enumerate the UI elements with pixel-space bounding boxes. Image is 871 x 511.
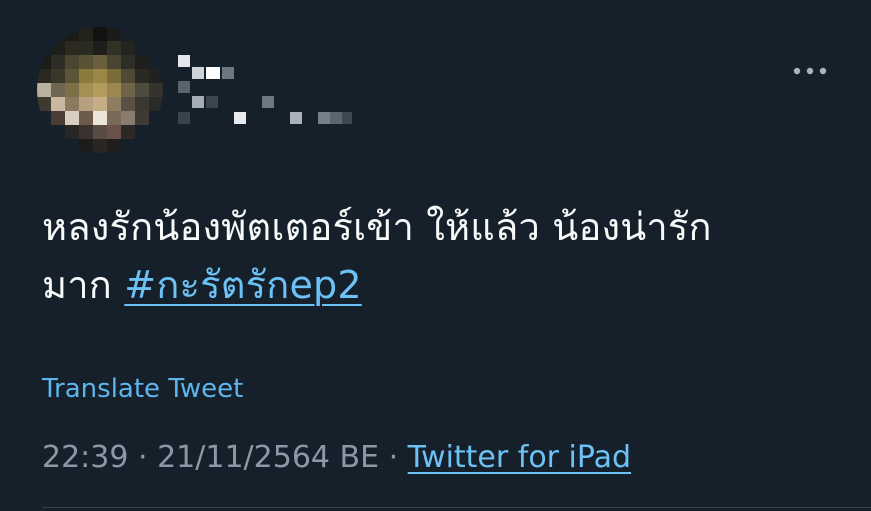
tweet-time[interactable]: 22:39 — [42, 440, 128, 475]
tweet-text-line2: มาก #กะรัตรักep2 — [42, 256, 842, 314]
more-options-icon[interactable] — [788, 60, 832, 82]
hashtag-link[interactable]: #กะรัตรักep2 — [124, 263, 361, 307]
tweet-source-link[interactable]: Twitter for iPad — [408, 440, 631, 475]
tweet-card: หลงรักน้องพัตเตอร์เข้า ให้แล้ว น้องน่ารั… — [0, 0, 871, 511]
tweet-date[interactable]: 21/11/2564 BE — [157, 440, 379, 475]
translate-tweet-link[interactable]: Translate Tweet — [42, 372, 243, 406]
tweet-text-prefix: มาก — [42, 263, 125, 307]
display-name-blurred[interactable] — [172, 50, 372, 130]
tweet-metadata: 22:39 · 21/11/2564 BE · Twitter for iPad — [42, 437, 631, 479]
tweet-text-line1: หลงรักน้องพัตเตอร์เข้า ให้แล้ว น้องน่ารั… — [42, 205, 712, 249]
user-avatar[interactable] — [37, 27, 163, 153]
meta-separator: · — [128, 440, 158, 475]
tweet-text: หลงรักน้องพัตเตอร์เข้า ให้แล้ว น้องน่ารั… — [42, 198, 842, 314]
meta-separator: · — [379, 440, 408, 475]
divider — [42, 507, 871, 508]
